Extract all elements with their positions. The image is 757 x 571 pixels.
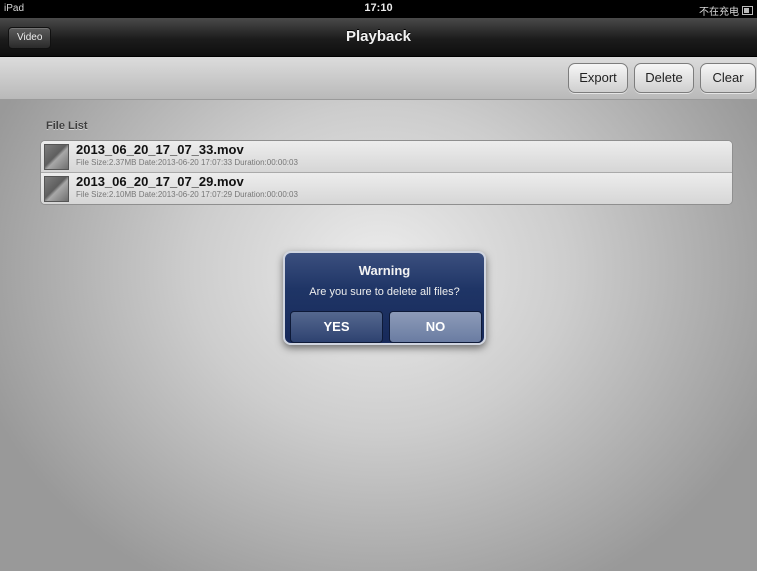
battery-icon	[742, 6, 753, 15]
file-list-label: File List	[46, 120, 88, 132]
clock: 17:10	[364, 2, 393, 14]
file-name: 2013_06_20_17_07_29.mov	[76, 174, 244, 189]
navigation-bar: Video Playback	[0, 18, 757, 57]
video-thumbnail-icon	[44, 144, 69, 170]
video-thumbnail-icon	[44, 176, 69, 202]
alert-message: Are you sure to delete all files?	[309, 286, 460, 298]
clear-button[interactable]: Clear	[700, 63, 756, 93]
warning-alert-dialog: Warning Are you sure to delete all files…	[283, 251, 486, 345]
delete-button[interactable]: Delete	[634, 63, 694, 93]
battery-status: 不在充电	[699, 3, 753, 18]
yes-button[interactable]: YES	[290, 311, 383, 343]
toolbar: Export Delete Clear	[0, 57, 757, 100]
file-meta: File Size:2.37MB Date:2013-06-20 17:07:3…	[76, 158, 298, 167]
file-meta: File Size:2.10MB Date:2013-06-20 17:07:2…	[76, 190, 298, 199]
file-row[interactable]: 2013_06_20_17_07_33.mov File Size:2.37MB…	[41, 141, 732, 173]
screen: iPad 17:10 不在充电 Video Playback Export De…	[0, 0, 757, 571]
no-button[interactable]: NO	[389, 311, 482, 343]
file-row[interactable]: 2013_06_20_17_07_29.mov File Size:2.10MB…	[41, 173, 732, 204]
page-title: Playback	[345, 28, 412, 45]
status-bar: iPad 17:10 不在充电	[0, 0, 757, 18]
battery-text: 不在充电	[699, 7, 739, 18]
file-name: 2013_06_20_17_07_33.mov	[76, 142, 244, 157]
export-button[interactable]: Export	[568, 63, 628, 93]
alert-title: Warning	[358, 263, 411, 278]
file-list: 2013_06_20_17_07_33.mov File Size:2.37MB…	[40, 140, 733, 205]
